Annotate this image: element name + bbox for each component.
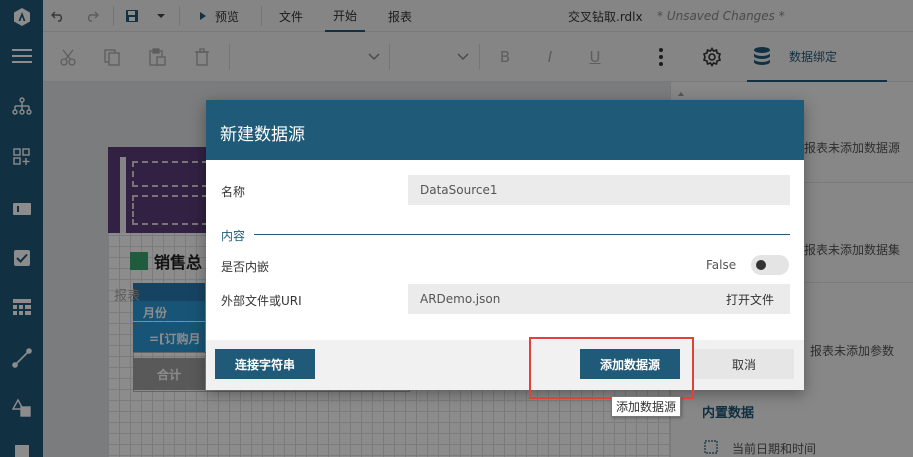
cancel-button[interactable]: 取消: [694, 349, 794, 379]
uri-input[interactable]: ARDemo.json: [408, 284, 708, 314]
new-datasource-dialog: 新建数据源 名称 DataSource1 内容 是否内嵌 False 外部文件或…: [206, 100, 804, 390]
uri-label: 外部文件或URI: [221, 294, 302, 308]
uri-input-value: ARDemo.json: [420, 292, 501, 306]
open-file-label: 打开文件: [726, 292, 775, 307]
cancel-label: 取消: [731, 357, 756, 372]
dialog-header: 新建数据源: [206, 100, 804, 160]
dialog-footer: 连接字符串 添加数据源 取消: [206, 340, 804, 390]
section-divider: [254, 234, 790, 235]
embedded-toggle[interactable]: [751, 255, 789, 275]
open-file-button[interactable]: 打开文件: [708, 284, 790, 314]
connection-string-button[interactable]: 连接字符串: [215, 349, 315, 379]
name-label: 名称: [221, 185, 246, 199]
connection-string-label: 连接字符串: [234, 357, 295, 372]
name-input[interactable]: DataSource1: [408, 175, 790, 205]
dialog-title: 新建数据源: [220, 125, 305, 145]
embedded-label: 是否内嵌: [221, 260, 270, 274]
toggle-knob: [756, 260, 766, 270]
section-content-label: 内容: [221, 229, 246, 243]
name-input-value: DataSource1: [420, 183, 498, 197]
tooltip: 添加数据源: [611, 396, 682, 417]
embedded-value: False: [706, 258, 737, 272]
highlight-outline: [529, 337, 694, 399]
